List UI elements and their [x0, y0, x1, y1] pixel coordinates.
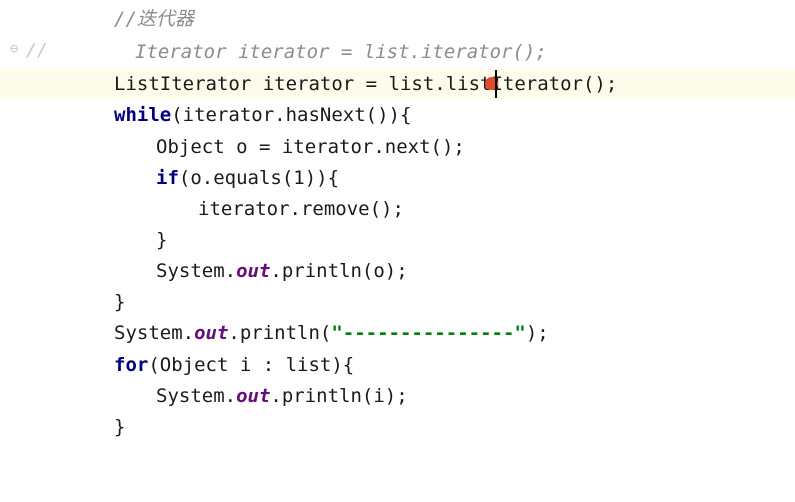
code-text: .println(o);	[270, 260, 408, 282]
commented-code: Iterator iterator = list.iterator();	[135, 41, 547, 63]
code-line-8: }	[0, 225, 795, 255]
code-text: }	[156, 229, 168, 251]
keyword-while: while	[114, 104, 172, 126]
code-text: Object o = iterator.next();	[156, 136, 465, 158]
code-line-3-current: ListIterator iterator = list.listIterato…	[0, 69, 795, 99]
code-line-7: iterator.remove();	[0, 194, 795, 224]
code-text: (o.equals(1)){	[178, 167, 340, 189]
code-line-2: Iterator iterator = list.iterator();	[0, 37, 795, 67]
comment-text: //迭代器	[114, 8, 194, 30]
code-text: (iterator.hasNext()){	[171, 104, 412, 126]
code-line-9: System.out.println(o);	[0, 256, 795, 286]
text-caret	[495, 70, 497, 98]
code-text: );	[525, 322, 549, 344]
code-line-1: //迭代器	[0, 4, 795, 34]
static-field-out: out	[194, 322, 229, 344]
code-line-5: Object o = iterator.next();	[0, 132, 795, 162]
code-text: .println(i);	[270, 385, 408, 407]
code-text: }	[114, 291, 126, 313]
code-text: System.	[156, 385, 237, 407]
code-text: }	[114, 416, 126, 438]
code-line-10: }	[0, 287, 795, 317]
code-line-11: System.out.println("---------------");	[0, 318, 795, 348]
string-literal: "---------------"	[331, 322, 526, 344]
keyword-for: for	[114, 354, 149, 376]
code-text: iterator.remove();	[198, 198, 404, 220]
code-text: ListIterator iterator = list.listIterato…	[114, 73, 618, 95]
static-field-out: out	[236, 260, 271, 282]
code-line-4: while(iterator.hasNext()){	[0, 100, 795, 130]
static-field-out: out	[236, 385, 271, 407]
code-text: (Object i : list){	[148, 354, 355, 376]
code-line-13: System.out.println(i);	[0, 381, 795, 411]
code-line-6: if(o.equals(1)){	[0, 163, 795, 193]
code-text: .println(	[228, 322, 332, 344]
code-line-12: for(Object i : list){	[0, 350, 795, 380]
code-text: System.	[156, 260, 237, 282]
keyword-if: if	[156, 167, 179, 189]
code-line-14: }	[0, 412, 795, 442]
code-text: System.	[114, 322, 195, 344]
